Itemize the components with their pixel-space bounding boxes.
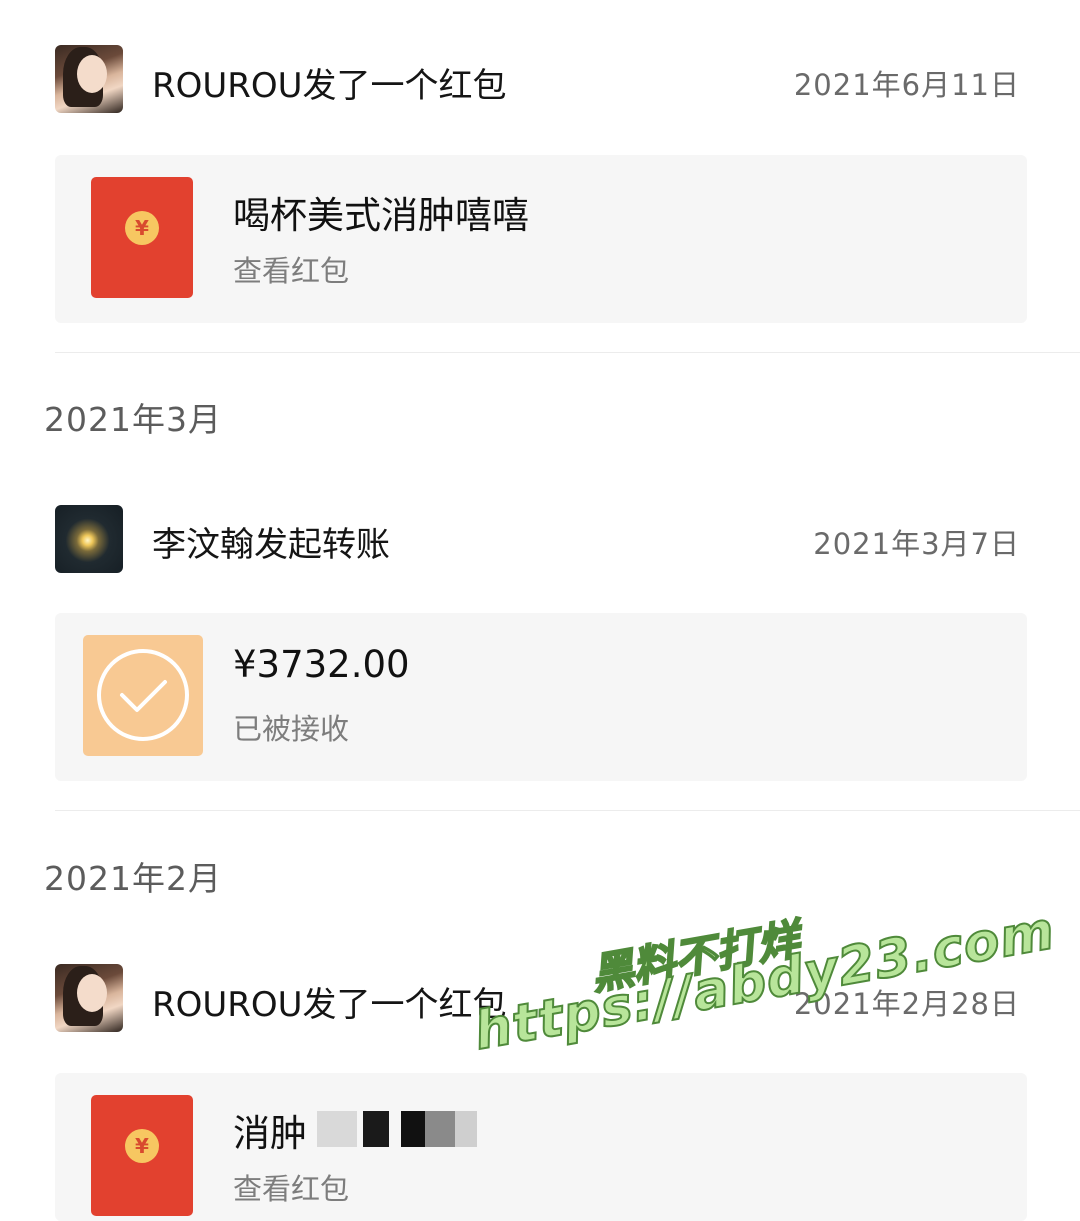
divider [55,810,1080,811]
view-red-packet-link[interactable]: 查看红包 [233,1166,349,1208]
sender-avatar[interactable] [55,45,123,113]
avatar-face-shape [77,55,107,93]
sender-name: ROUROU发了一个红包 [152,985,507,1025]
checkmark-circle-icon [97,649,189,741]
view-red-packet-link[interactable]: 查看红包 [233,248,349,290]
sender-name: 李汶翰发起转账 [152,525,390,565]
yuan-coin-icon: ¥ [125,211,159,245]
transfer-card[interactable]: ¥3732.00 已被接收 [55,613,1027,781]
transfer-amount: ¥3732.00 [233,643,410,686]
transfer-received-icon [83,635,203,756]
sender-avatar[interactable] [55,505,123,573]
month-header: 2021年2月 [44,859,222,898]
transaction-date: 2021年6月11日 [793,68,1020,102]
red-packet-message: 消肿 [233,1112,307,1155]
yuan-coin-icon: ¥ [125,1129,159,1163]
red-packet-message: 喝杯美式消肿嘻嘻 [233,194,529,237]
red-packet-card[interactable]: ¥ 喝杯美式消肿嘻嘻 查看红包 [55,155,1027,323]
sender-avatar[interactable] [55,964,123,1032]
month-header: 2021年3月 [44,400,222,439]
sender-name: ROUROU发了一个红包 [152,66,507,106]
transaction-date: 2021年3月7日 [813,527,1020,561]
divider [55,352,1080,353]
red-packet-icon: ¥ [91,1095,193,1216]
avatar-face-shape [77,974,107,1012]
transfer-status: 已被接收 [233,712,350,746]
red-packet-card[interactable]: ¥ 消肿 查看红包 [55,1073,1027,1221]
red-packet-icon: ¥ [91,177,193,298]
